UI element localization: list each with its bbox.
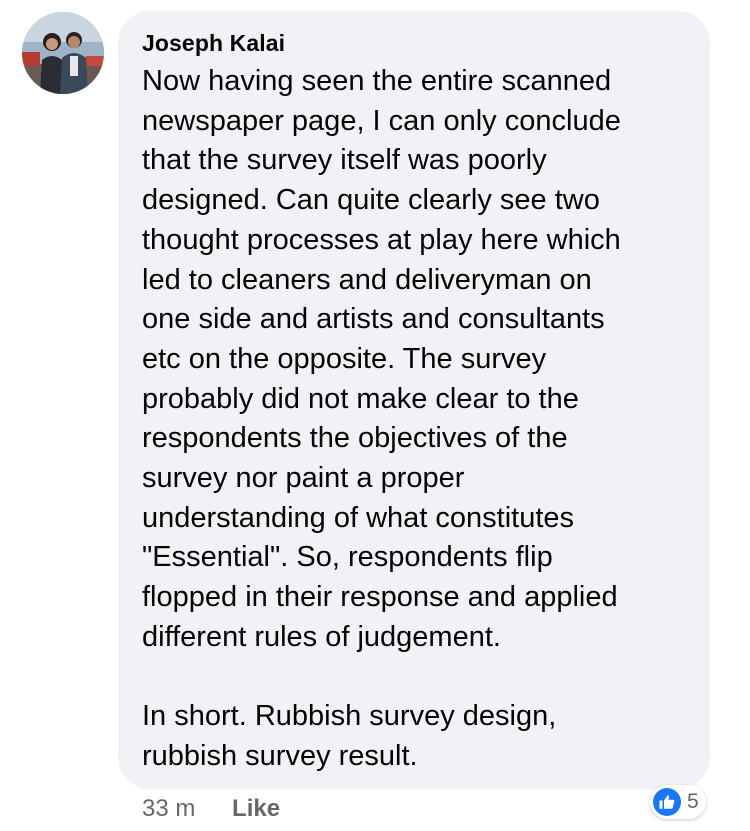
comment-line: "Essential". So, respondents flip <box>142 541 553 574</box>
comment-line: that the survey itself was poorly <box>142 144 547 177</box>
comment-line: rubbish survey result. <box>142 739 418 772</box>
avatar[interactable] <box>22 12 104 94</box>
comment-line: different rules of judgement. <box>142 620 501 653</box>
comment-line: flopped in their response and applied <box>142 581 618 614</box>
comment-line: newspaper page, I can only conclude <box>142 104 621 137</box>
comment-line: survey nor paint a proper <box>142 462 465 495</box>
like-button[interactable]: Like <box>232 795 280 823</box>
comment-text: Now having seen the entire scanned newsp… <box>142 62 702 777</box>
reaction-count: 5 <box>687 790 699 813</box>
comment-timestamp[interactable]: 33 m <box>142 795 195 823</box>
comment-line: thought processes at play here which <box>142 223 621 256</box>
comment-line: probably did not make clear to the <box>142 382 579 415</box>
comment-line: designed. Can quite clearly see two <box>142 184 600 217</box>
comment-actions: 33 m Like <box>142 795 280 823</box>
comment-line: one side and artists and consultants <box>142 303 605 336</box>
comment-line: Now having seen the entire scanned <box>142 65 612 97</box>
comment-line: understanding of what constitutes <box>142 501 575 534</box>
comment-line: etc on the opposite. The survey <box>142 342 547 375</box>
thumbs-up-icon <box>653 788 681 816</box>
comment-page: Joseph Kalai Now having seen the entire … <box>0 0 750 831</box>
reaction-summary[interactable]: 5 <box>650 785 706 819</box>
comment-line: respondents the objectives of the <box>142 422 568 455</box>
comment-line: led to cleaners and deliveryman on <box>142 263 592 296</box>
comment-author[interactable]: Joseph Kalai <box>142 30 285 57</box>
comment-line: In short. Rubbish survey design, <box>142 700 557 733</box>
paragraph-break <box>142 658 702 698</box>
